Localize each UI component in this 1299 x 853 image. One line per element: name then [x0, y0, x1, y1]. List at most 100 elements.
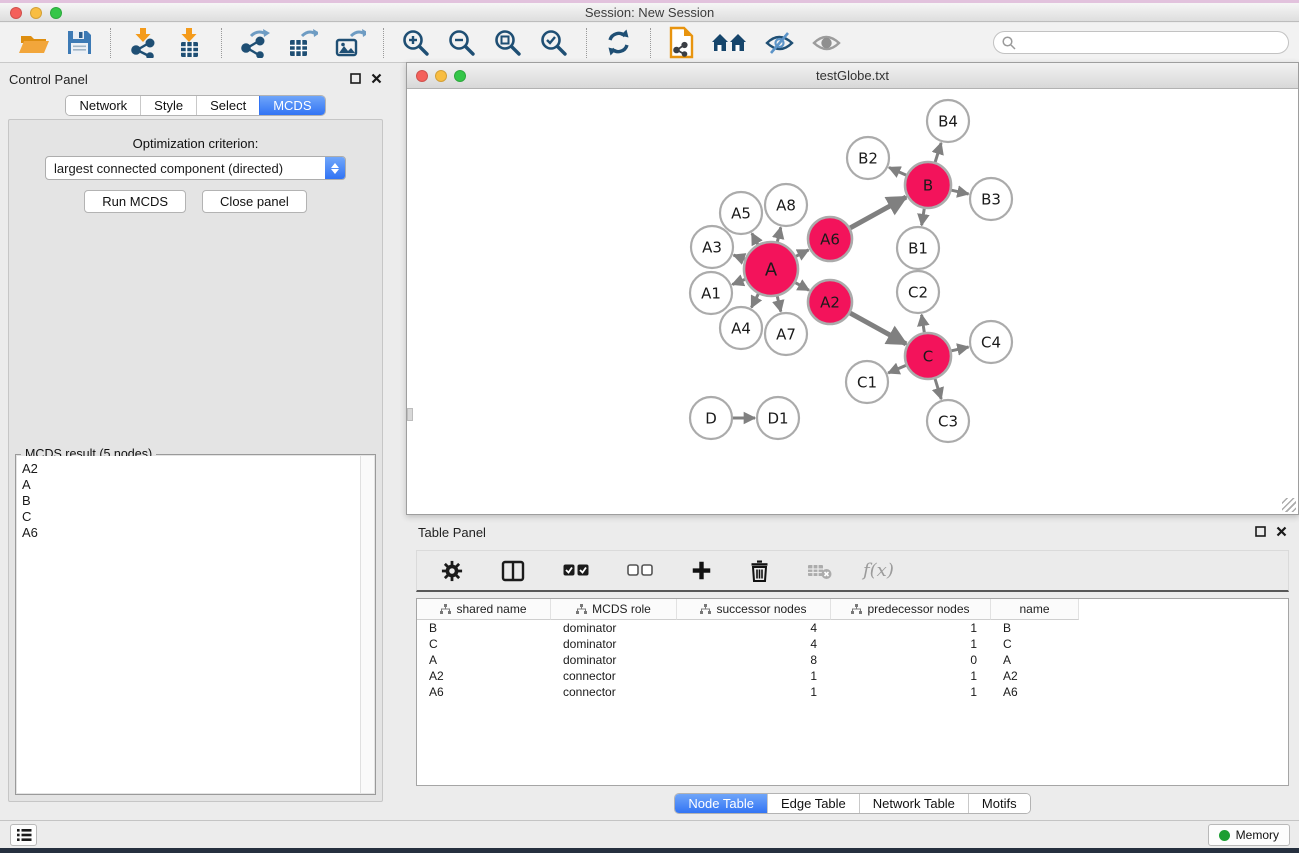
- save-session-button[interactable]: [62, 27, 97, 58]
- hide-graphics-details-button[interactable]: [760, 28, 799, 58]
- tab-style[interactable]: Style: [140, 96, 196, 115]
- new-network-from-selection-button[interactable]: [664, 24, 699, 61]
- tab-select[interactable]: Select: [196, 96, 259, 115]
- graph-node-C2[interactable]: C2: [897, 271, 939, 313]
- tab-edge-table[interactable]: Edge Table: [767, 794, 859, 813]
- zoom-fit-button[interactable]: [489, 26, 527, 60]
- network-close-button[interactable]: [416, 70, 428, 82]
- network-canvas[interactable]: B4B2BB3A8A5A6B1A3AC2A1A2A4A7C4CC1C3DD1: [407, 89, 1298, 514]
- mcds-result-item[interactable]: B: [22, 493, 360, 509]
- open-session-button[interactable]: [14, 27, 54, 59]
- table-cell[interactable]: 1: [677, 685, 831, 699]
- table-cell[interactable]: 0: [831, 653, 991, 667]
- graph-node-A5[interactable]: A5: [720, 192, 762, 234]
- export-image-button[interactable]: [330, 26, 370, 60]
- window-resize-grip[interactable]: [1282, 498, 1296, 512]
- graph-edge-A2-C[interactable]: [850, 313, 906, 344]
- import-network-button[interactable]: [124, 26, 162, 60]
- graph-edge-C-C3[interactable]: [935, 379, 941, 399]
- network-window-titlebar[interactable]: testGlobe.txt: [407, 63, 1298, 89]
- graph-node-A[interactable]: A: [744, 242, 798, 296]
- float-panel-icon[interactable]: [350, 73, 361, 84]
- table-cell[interactable]: 1: [831, 621, 991, 635]
- column-header-name[interactable]: name: [991, 599, 1079, 620]
- table-cell[interactable]: 1: [831, 685, 991, 699]
- graph-edge-B-B1[interactable]: [922, 209, 925, 226]
- graph-edge-C-C1[interactable]: [888, 365, 906, 373]
- memory-button[interactable]: Memory: [1208, 824, 1290, 846]
- graph-edge-A-A4[interactable]: [751, 294, 758, 308]
- select-all-button[interactable]: [559, 562, 593, 579]
- network-minimize-button[interactable]: [435, 70, 447, 82]
- graph-node-B2[interactable]: B2: [847, 137, 889, 179]
- run-mcds-button[interactable]: Run MCDS: [84, 190, 186, 213]
- function-builder-button[interactable]: f(x): [863, 560, 894, 581]
- graph-node-A6[interactable]: A6: [808, 217, 852, 261]
- tab-mcds[interactable]: MCDS: [259, 96, 324, 115]
- result-list-scrollbar[interactable]: [360, 456, 374, 793]
- table-cell[interactable]: dominator: [551, 621, 677, 635]
- table-cell[interactable]: C: [991, 637, 1079, 651]
- table-cell[interactable]: B: [991, 621, 1079, 635]
- table-row[interactable]: Adominator80A: [417, 652, 1288, 668]
- float-panel-icon[interactable]: [1255, 526, 1266, 537]
- graph-edge-A-A3[interactable]: [734, 255, 745, 259]
- table-cell[interactable]: A6: [991, 685, 1079, 699]
- minimize-window-button[interactable]: [30, 7, 42, 19]
- window-edge-grip[interactable]: [407, 408, 413, 421]
- network-zoom-button[interactable]: [454, 70, 466, 82]
- graph-node-B3[interactable]: B3: [970, 178, 1012, 220]
- graph-node-A1[interactable]: A1: [690, 272, 732, 314]
- graph-node-B4[interactable]: B4: [927, 100, 969, 142]
- close-panel-icon[interactable]: [1276, 526, 1287, 537]
- table-cell[interactable]: C: [417, 637, 551, 651]
- table-cell[interactable]: connector: [551, 669, 677, 683]
- graph-edge-B-B3[interactable]: [951, 190, 968, 194]
- graph-node-D1[interactable]: D1: [757, 397, 799, 439]
- close-panel-button[interactable]: Close panel: [202, 190, 307, 213]
- graph-node-C4[interactable]: C4: [970, 321, 1012, 363]
- tab-network-table[interactable]: Network Table: [859, 794, 968, 813]
- tab-motifs[interactable]: Motifs: [968, 794, 1030, 813]
- mcds-result-item[interactable]: A6: [22, 525, 360, 541]
- table-cell[interactable]: A: [991, 653, 1079, 667]
- add-column-button[interactable]: [687, 558, 716, 583]
- graph-node-A4[interactable]: A4: [720, 307, 762, 349]
- graph-edge-B-B4[interactable]: [935, 143, 941, 162]
- show-graphics-details-button[interactable]: [807, 29, 846, 57]
- zoom-window-button[interactable]: [50, 7, 62, 19]
- tab-network[interactable]: Network: [66, 96, 140, 115]
- graph-node-A3[interactable]: A3: [691, 226, 733, 268]
- graph-edge-B-B2[interactable]: [889, 167, 906, 175]
- table-row[interactable]: Bdominator41B: [417, 620, 1288, 636]
- task-history-button[interactable]: [10, 824, 37, 846]
- deselect-all-button[interactable]: [623, 562, 657, 579]
- mcds-result-item[interactable]: A2: [22, 461, 360, 477]
- graph-node-C1[interactable]: C1: [846, 361, 888, 403]
- export-table-button[interactable]: [282, 26, 322, 60]
- import-table-button[interactable]: [170, 26, 208, 60]
- column-header-predecessor-nodes[interactable]: predecessor nodes: [831, 599, 991, 620]
- mcds-result-item[interactable]: A: [22, 477, 360, 493]
- mcds-result-item[interactable]: C: [22, 509, 360, 525]
- graph-node-C3[interactable]: C3: [927, 400, 969, 442]
- table-cell[interactable]: connector: [551, 685, 677, 699]
- table-cell[interactable]: A2: [417, 669, 551, 683]
- graph-edge-C-C2[interactable]: [922, 315, 925, 333]
- close-panel-icon[interactable]: [371, 73, 382, 84]
- table-cell[interactable]: dominator: [551, 637, 677, 651]
- graph-edge-A-A7[interactable]: [777, 296, 781, 311]
- graph-edge-A-A1[interactable]: [732, 279, 745, 284]
- graph-edge-A-A2[interactable]: [795, 283, 809, 291]
- delete-columns-button[interactable]: [746, 558, 773, 584]
- table-cell[interactable]: 4: [677, 621, 831, 635]
- tab-node-table[interactable]: Node Table: [675, 794, 767, 813]
- zoom-selected-button[interactable]: [535, 26, 573, 60]
- graph-node-C[interactable]: C: [905, 333, 951, 379]
- criterion-select[interactable]: largest connected component (directed): [45, 156, 346, 180]
- graph-edge-A6-B[interactable]: [850, 197, 906, 228]
- delete-table-button[interactable]: [803, 559, 837, 583]
- graph-node-B1[interactable]: B1: [897, 227, 939, 269]
- table-cell[interactable]: A: [417, 653, 551, 667]
- apply-layout-button[interactable]: [600, 26, 637, 59]
